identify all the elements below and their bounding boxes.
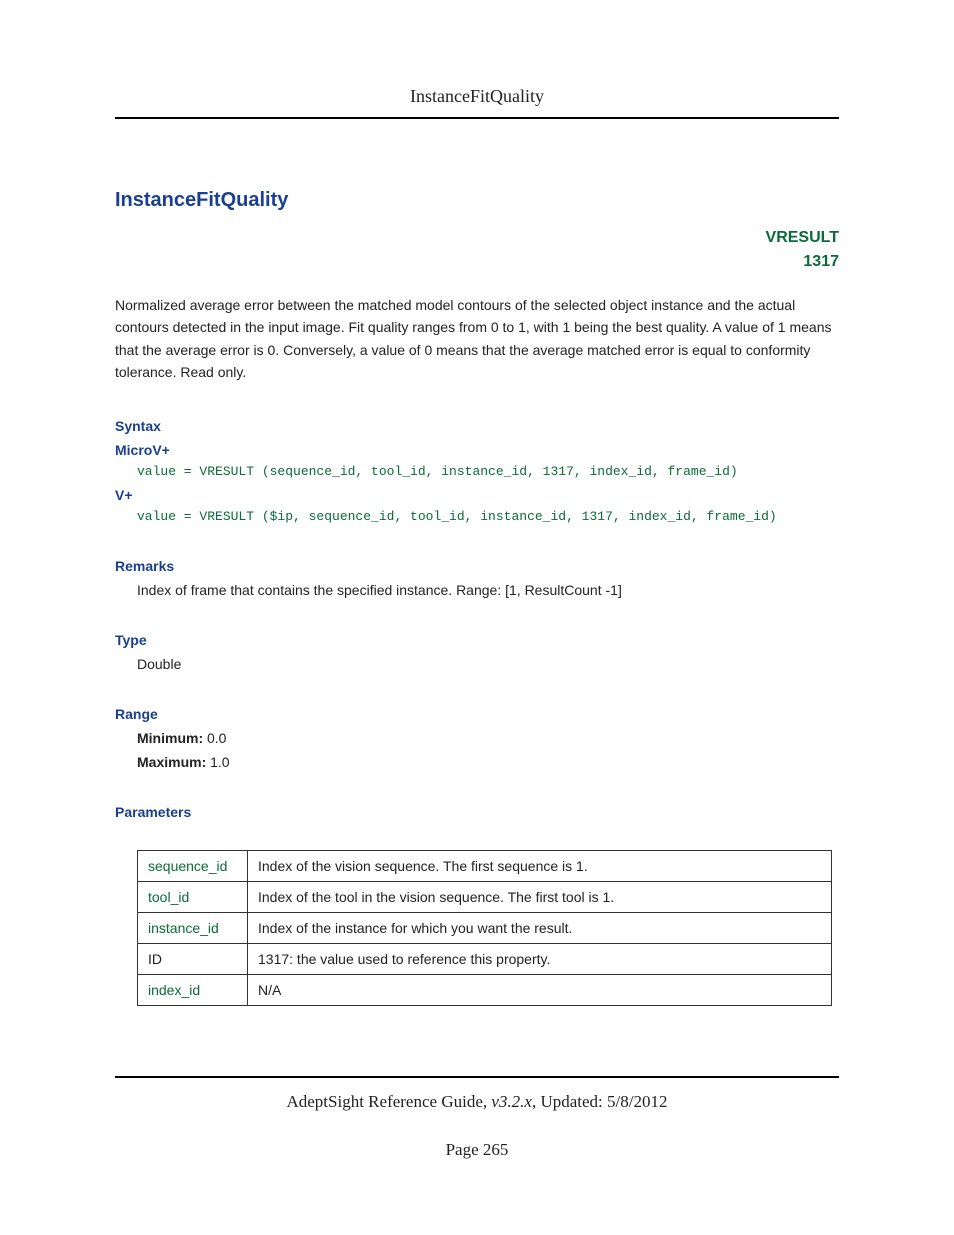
param-desc: Index of the vision sequence. The first … (248, 850, 832, 881)
page-container: InstanceFitQuality InstanceFitQuality VR… (0, 0, 954, 1200)
range-max-label: Maximum: (137, 754, 206, 770)
vresult-code: 1317 (115, 250, 839, 274)
description-text: Normalized average error between the mat… (115, 294, 839, 384)
param-name: instance_id (138, 912, 248, 943)
running-head: InstanceFitQuality (115, 86, 839, 119)
table-row: ID 1317: the value used to reference thi… (138, 943, 832, 974)
param-desc: 1317: the value used to reference this p… (248, 943, 832, 974)
syntax-vplus-code: value = VRESULT ($ip, sequence_id, tool_… (137, 509, 839, 524)
remarks-heading: Remarks (115, 558, 839, 574)
range-max-value: 1.0 (210, 754, 229, 770)
syntax-vplus-label: V+ (115, 487, 839, 503)
type-value: Double (137, 656, 839, 672)
vresult-label: VRESULT (115, 226, 839, 250)
param-desc: Index of the instance for which you want… (248, 912, 832, 943)
footer-guide: AdeptSight Reference Guide (286, 1092, 482, 1111)
param-name: sequence_id (138, 850, 248, 881)
footer-updated-prefix: , Updated: (532, 1092, 607, 1111)
range-heading: Range (115, 706, 839, 722)
footer-version: v3.2.x (491, 1092, 532, 1111)
param-name: tool_id (138, 881, 248, 912)
table-row: tool_id Index of the tool in the vision … (138, 881, 832, 912)
range-min-label: Minimum: (137, 730, 203, 746)
range-min-value: 0.0 (207, 730, 226, 746)
page-number: Page 265 (115, 1140, 839, 1160)
syntax-heading: Syntax (115, 418, 839, 434)
title-row: InstanceFitQuality (115, 189, 839, 212)
param-desc: N/A (248, 974, 832, 1005)
page-title: InstanceFitQuality (115, 189, 288, 212)
parameters-heading: Parameters (115, 804, 839, 820)
syntax-microv-label: MicroV+ (115, 442, 839, 458)
table-row: sequence_id Index of the vision sequence… (138, 850, 832, 881)
param-name: ID (138, 943, 248, 974)
table-row: index_id N/A (138, 974, 832, 1005)
footer-updated: 5/8/2012 (607, 1092, 667, 1111)
param-name: index_id (138, 974, 248, 1005)
parameters-table: sequence_id Index of the vision sequence… (137, 850, 832, 1006)
syntax-microv-code: value = VRESULT (sequence_id, tool_id, i… (137, 464, 839, 479)
type-heading: Type (115, 632, 839, 648)
range-min: Minimum: 0.0 (137, 730, 839, 746)
footer-text: AdeptSight Reference Guide, v3.2.x, Upda… (115, 1092, 839, 1112)
vresult-badge: VRESULT 1317 (115, 226, 839, 274)
remarks-text: Index of frame that contains the specifi… (137, 582, 839, 598)
param-desc: Index of the tool in the vision sequence… (248, 881, 832, 912)
footer: AdeptSight Reference Guide, v3.2.x, Upda… (115, 1076, 839, 1160)
range-max: Maximum: 1.0 (137, 754, 839, 770)
table-row: instance_id Index of the instance for wh… (138, 912, 832, 943)
